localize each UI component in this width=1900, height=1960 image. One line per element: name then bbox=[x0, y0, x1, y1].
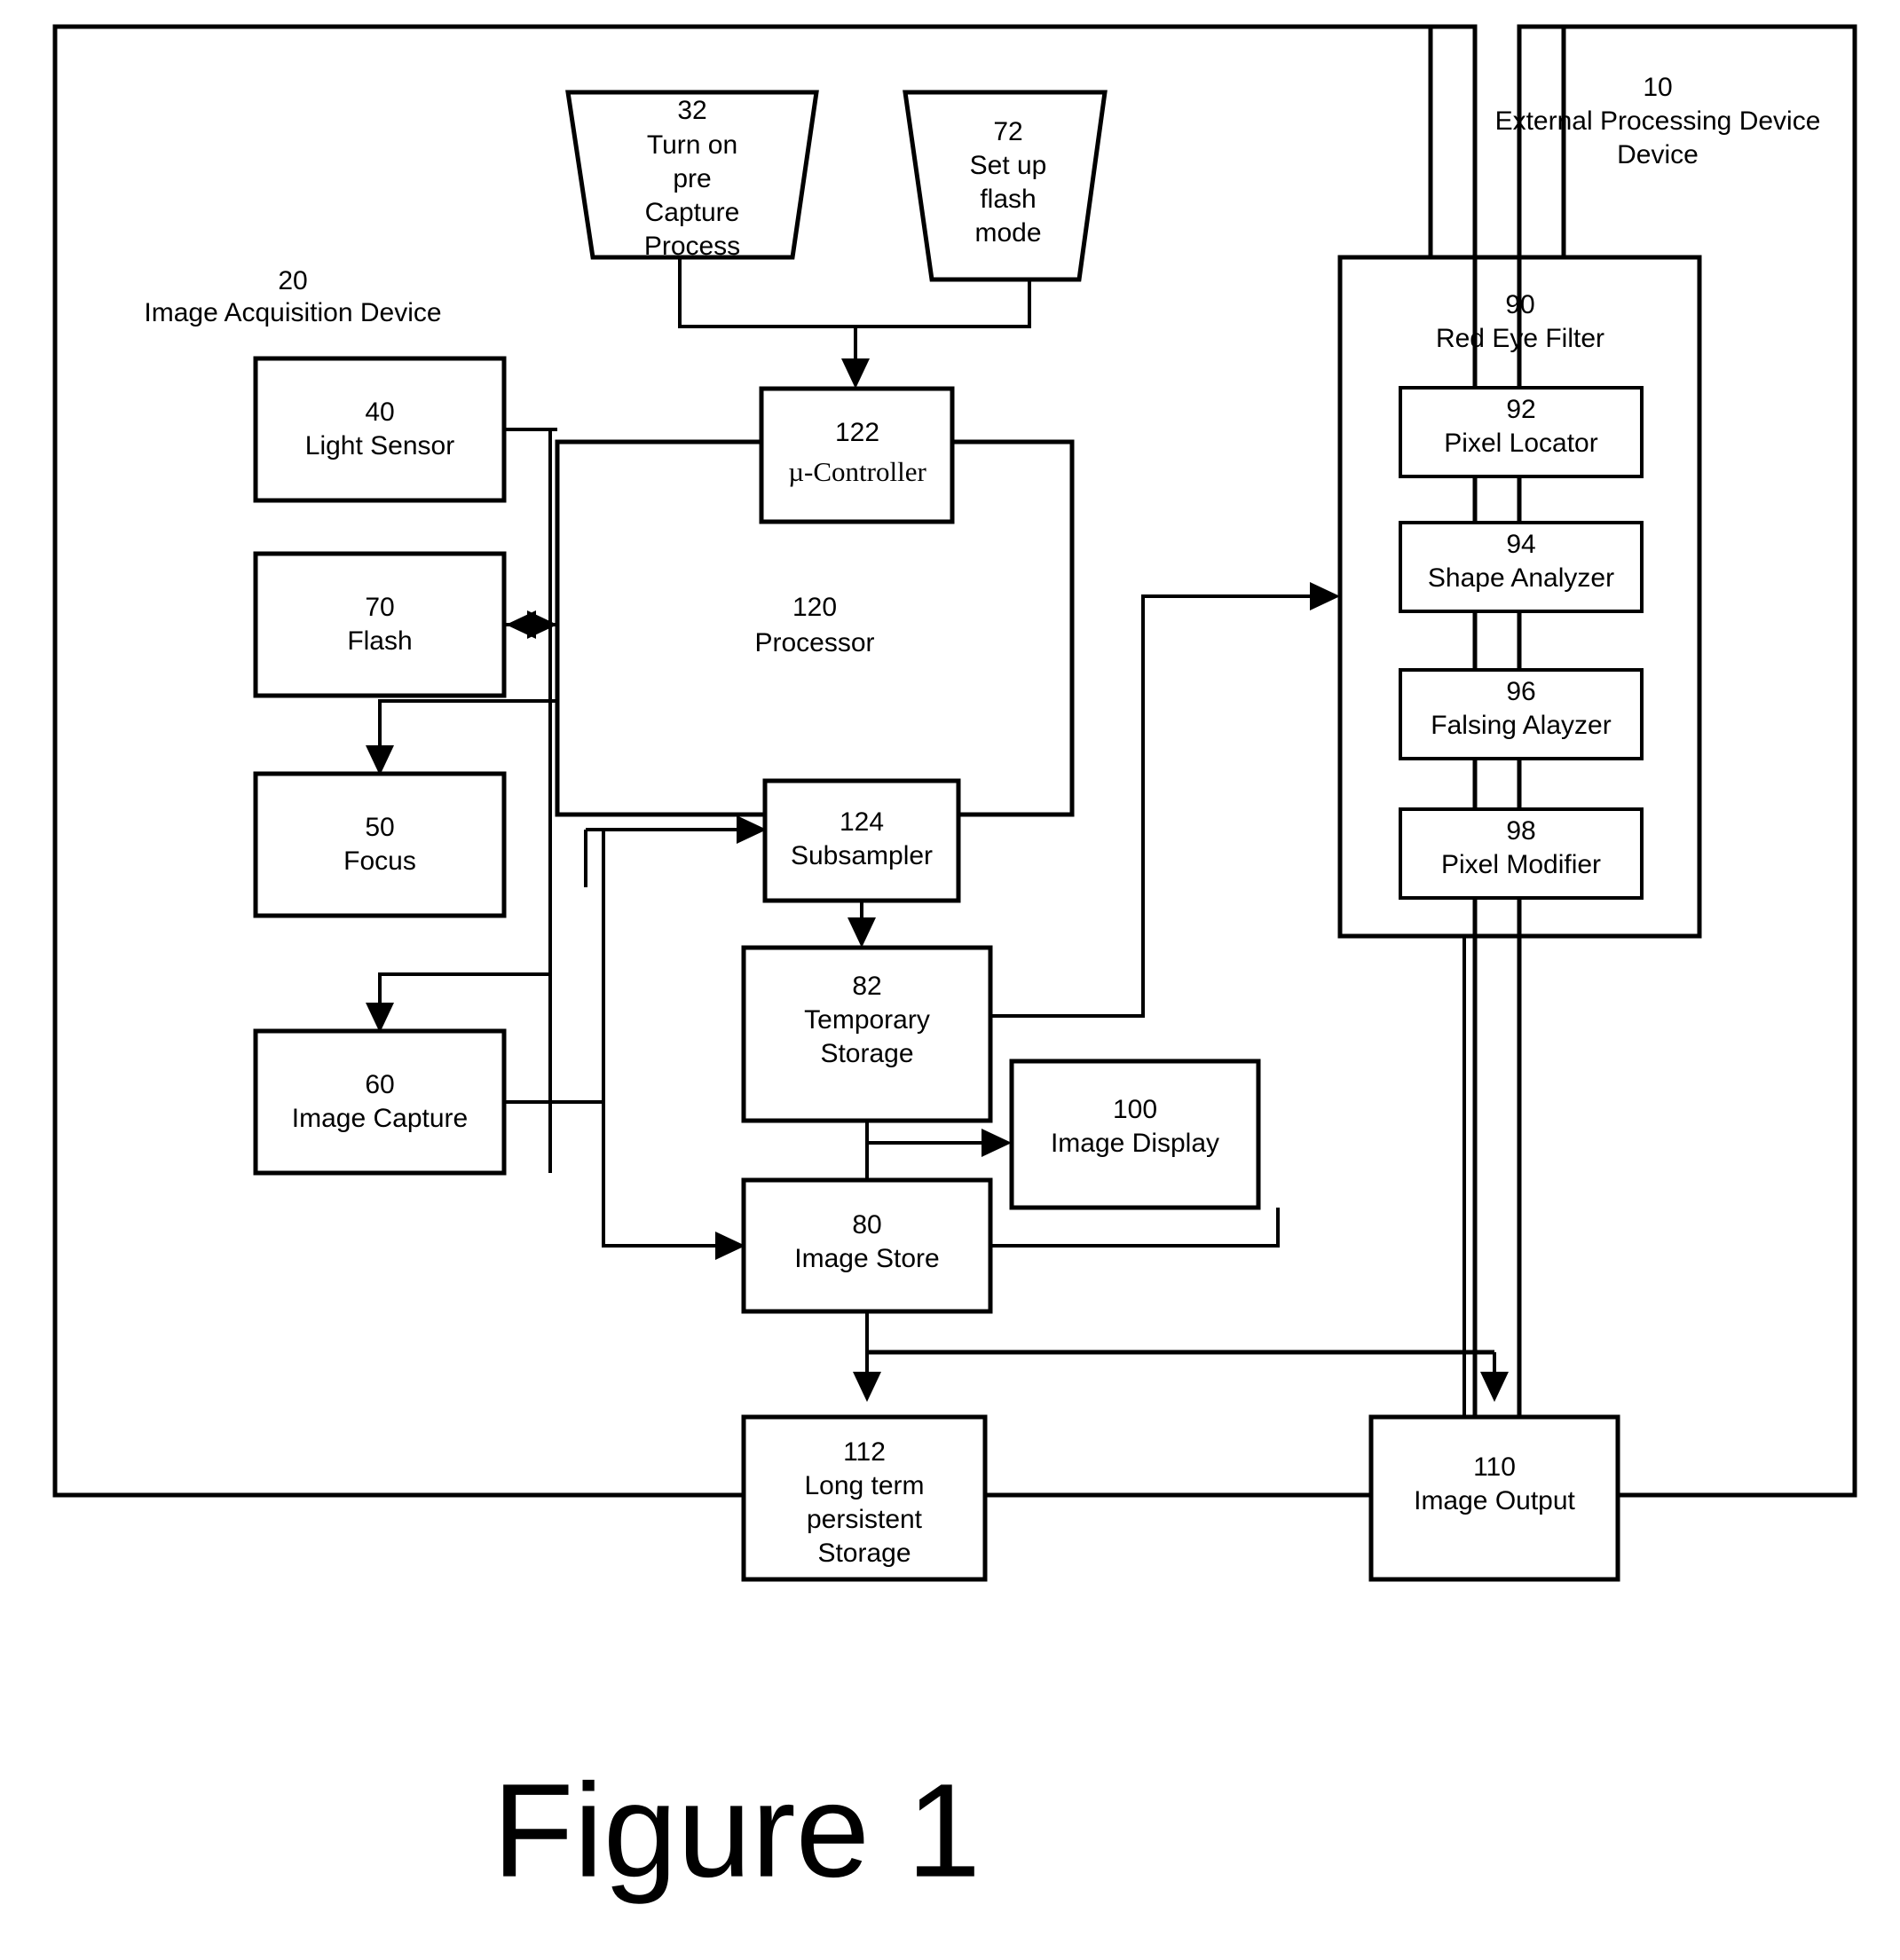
long-term-storage-line2: persistent bbox=[807, 1505, 923, 1534]
arrowhead-to-processor-from-flash bbox=[527, 610, 557, 639]
arrowhead-to-temporary-storage bbox=[848, 917, 876, 948]
turn-on-pre-capture-process-number: 32 bbox=[677, 96, 706, 125]
long-term-storage-line3: Storage bbox=[817, 1539, 911, 1568]
pixel-locator-label: Pixel Locator bbox=[1444, 429, 1597, 458]
pixel-locator-number: 92 bbox=[1506, 395, 1535, 424]
arrowhead-to-subsampler bbox=[737, 815, 767, 844]
image-display-label: Image Display bbox=[1051, 1129, 1219, 1158]
long-term-storage-line1: Long term bbox=[804, 1471, 924, 1500]
arrowhead-to-red-eye-filter bbox=[1310, 582, 1340, 610]
patent-figure: 20 Image Acquisition Device 10 External … bbox=[0, 0, 1900, 1960]
label-external-processing-device-number: 10 bbox=[1643, 73, 1672, 102]
connector-flashmode-to-controller bbox=[855, 279, 1031, 328]
connector-processor-to-image-capture bbox=[378, 972, 550, 1017]
label-image-acquisition-device-number: 20 bbox=[278, 266, 307, 295]
turn-on-pre-capture-process-line2: pre bbox=[673, 164, 711, 193]
arrowhead-to-focus bbox=[366, 745, 394, 775]
image-display-number: 100 bbox=[1113, 1095, 1157, 1124]
processor-label: Processor bbox=[754, 628, 874, 657]
processor-number: 120 bbox=[792, 593, 837, 622]
shape-analyzer-number: 94 bbox=[1506, 530, 1535, 559]
focus-number: 50 bbox=[365, 813, 394, 842]
image-capture-label: Image Capture bbox=[292, 1104, 468, 1133]
connector-image-capture-to-image-store bbox=[504, 1100, 729, 1248]
micro-controller-number: 122 bbox=[835, 418, 879, 447]
container-external-processing-device bbox=[1517, 24, 1857, 1498]
focus-label: Focus bbox=[343, 846, 416, 876]
light-sensor-label: Light Sensor bbox=[305, 431, 454, 460]
arrowhead-to-image-capture bbox=[366, 1003, 394, 1033]
label-external-processing-device-title-line1: External Processing Device bbox=[1495, 106, 1821, 136]
image-capture-number: 60 bbox=[365, 1070, 394, 1099]
temporary-storage-number: 82 bbox=[852, 972, 881, 1001]
image-output-number: 110 bbox=[1473, 1452, 1516, 1482]
arrowhead-to-image-output bbox=[1480, 1372, 1509, 1402]
connector-processor-to-focus bbox=[378, 699, 557, 760]
shape-analyzer-label: Shape Analyzer bbox=[1428, 563, 1614, 593]
figure-caption: Figure 1 bbox=[493, 1756, 981, 1905]
arrowhead-to-long-term-storage bbox=[853, 1372, 881, 1402]
turn-on-pre-capture-process-line1: Turn on bbox=[647, 130, 737, 160]
micro-controller-label: µ-Controller bbox=[788, 456, 926, 487]
flash-number: 70 bbox=[365, 593, 394, 622]
turn-on-pre-capture-process-line3: Capture bbox=[645, 198, 740, 227]
subsampler-number: 124 bbox=[840, 807, 884, 837]
temporary-storage-line1: Temporary bbox=[804, 1005, 930, 1035]
red-eye-filter-number: 90 bbox=[1505, 290, 1534, 319]
arrowhead-to-image-store bbox=[715, 1232, 745, 1260]
label-image-acquisition-device-title: Image Acquisition Device bbox=[144, 298, 441, 327]
block-light-sensor[interactable] bbox=[253, 356, 507, 503]
block-image-capture[interactable] bbox=[253, 1028, 507, 1176]
block-focus[interactable] bbox=[253, 771, 507, 918]
set-up-flash-mode-line2: flash bbox=[980, 185, 1036, 214]
falsing-alayzer-label: Falsing Alayzer bbox=[1431, 711, 1611, 740]
flash-label: Flash bbox=[347, 626, 412, 656]
connector-image-store-to-image-display bbox=[990, 1208, 1280, 1248]
long-term-storage-number: 112 bbox=[843, 1437, 886, 1467]
connector-precapture-to-controller bbox=[678, 257, 855, 328]
image-store-label: Image Store bbox=[794, 1244, 939, 1273]
temporary-storage-line2: Storage bbox=[820, 1039, 913, 1068]
arrowhead-to-micro-controller bbox=[841, 358, 870, 389]
block-flash[interactable] bbox=[253, 551, 507, 698]
set-up-flash-mode-number: 72 bbox=[993, 117, 1022, 146]
image-output-label: Image Output bbox=[1414, 1486, 1575, 1515]
arrowhead-to-image-display bbox=[982, 1129, 1012, 1157]
set-up-flash-mode-line1: Set up bbox=[970, 151, 1047, 180]
block-micro-controller[interactable] bbox=[759, 386, 955, 524]
red-eye-filter-title: Red Eye Filter bbox=[1436, 324, 1604, 353]
falsing-alayzer-number: 96 bbox=[1506, 677, 1535, 706]
pixel-modifier-number: 98 bbox=[1506, 816, 1535, 846]
image-store-number: 80 bbox=[852, 1210, 881, 1240]
set-up-flash-mode-line3: mode bbox=[974, 218, 1041, 248]
connector-light-sensor-bus bbox=[504, 428, 552, 1173]
pixel-modifier-label: Pixel Modifier bbox=[1441, 850, 1601, 879]
turn-on-pre-capture-process-line4: Process bbox=[644, 232, 740, 261]
subsampler-label: Subsampler bbox=[791, 841, 933, 870]
label-external-processing-device-title-line2: Device bbox=[1617, 140, 1699, 169]
light-sensor-number: 40 bbox=[365, 398, 394, 427]
block-diagram: 20 Image Acquisition Device 10 External … bbox=[52, 24, 1857, 1905]
